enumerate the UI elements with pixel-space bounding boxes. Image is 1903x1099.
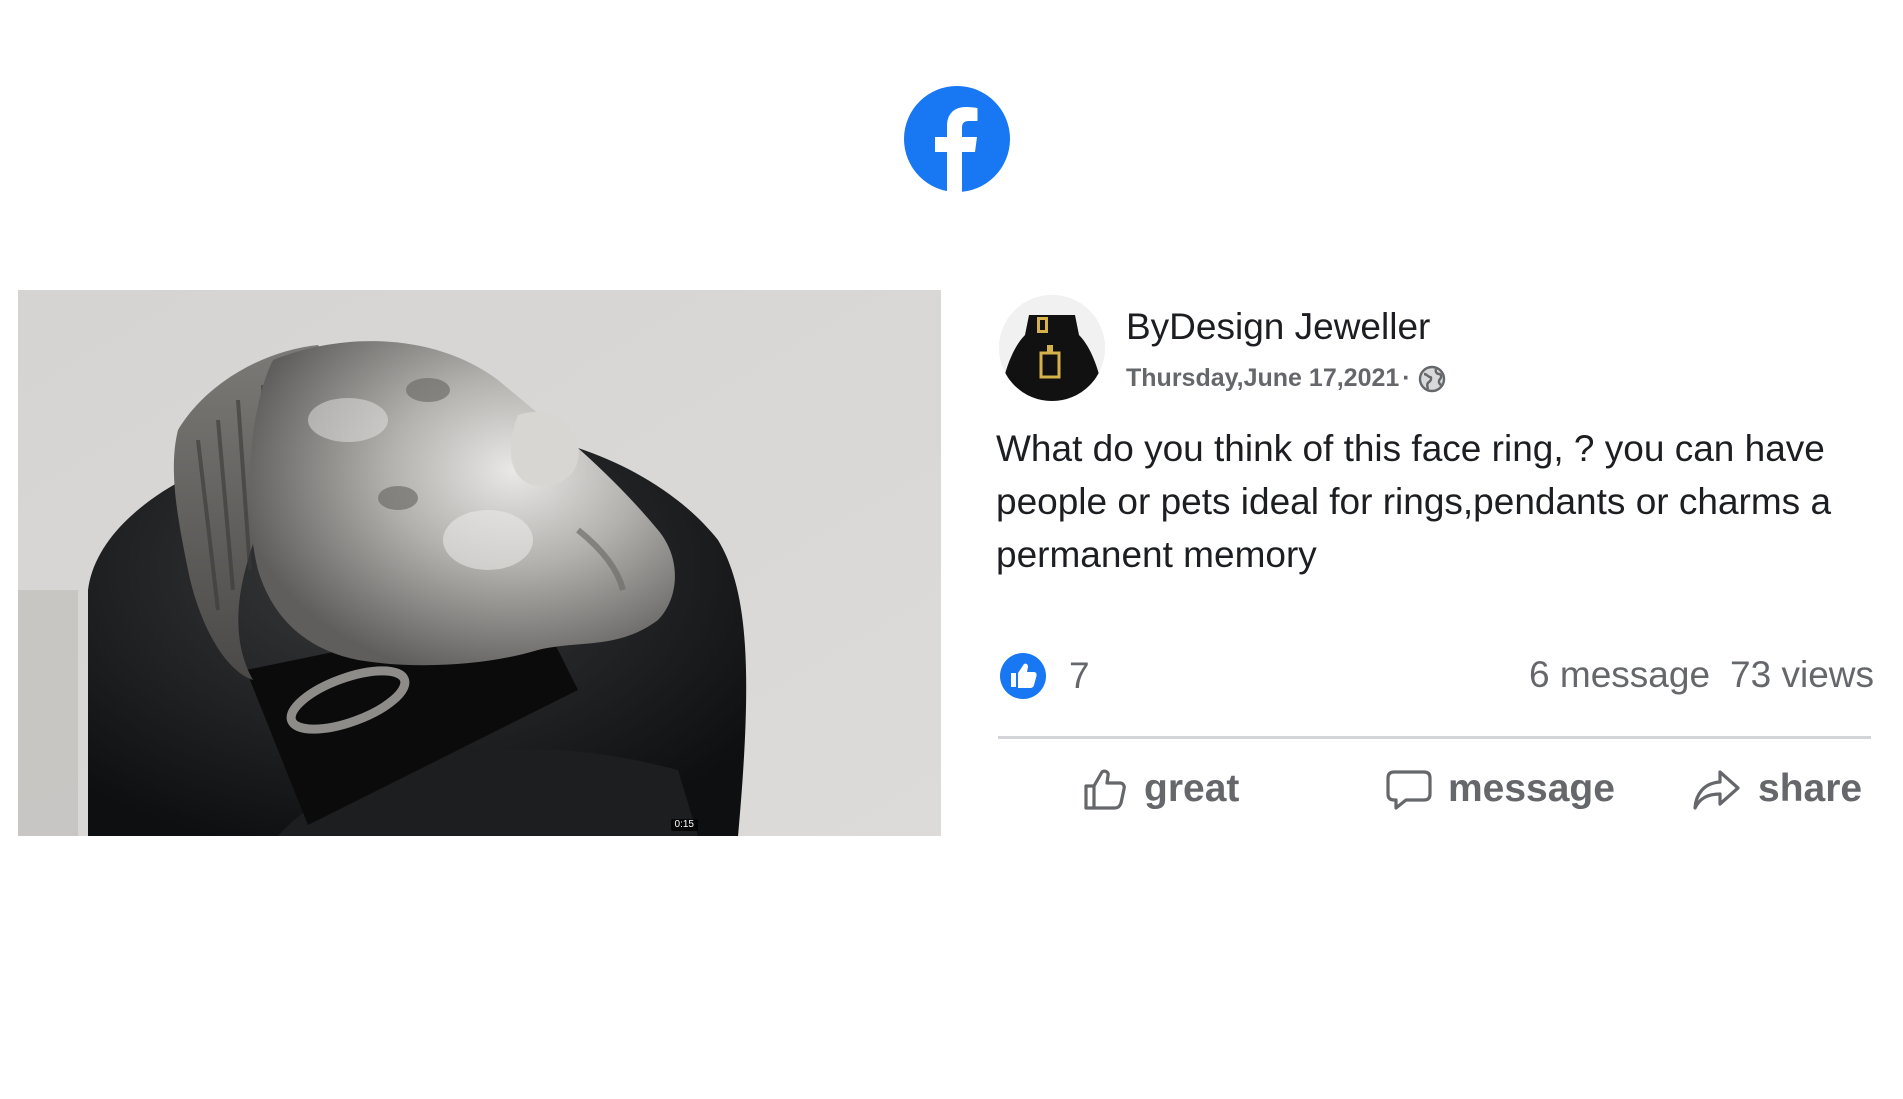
meta-separator: · — [1402, 364, 1411, 392]
video-timestamp: 0:15 — [670, 819, 698, 831]
post-date[interactable]: Thursday,June 17,2021 — [1126, 364, 1399, 393]
video-frame-image — [18, 290, 941, 836]
post-text: What do you think of this face ring, ? y… — [996, 428, 1832, 575]
globe-icon — [1418, 365, 1445, 392]
post-author[interactable]: ByDesign Jeweller — [1126, 306, 1430, 348]
message-count[interactable]: 6 message — [1529, 654, 1710, 696]
post-card: ByDesign Jeweller Thursday,June 17,2021 … — [996, 290, 1876, 836]
avatar[interactable] — [999, 295, 1105, 401]
view-count: 73 views — [1730, 654, 1874, 695]
like-reaction-icon — [1000, 653, 1046, 699]
post-actions: great message share — [996, 764, 1896, 824]
share-button-label: share — [1758, 767, 1863, 810]
message-button[interactable]: message — [1384, 764, 1615, 814]
share-arrow-icon — [1693, 770, 1740, 810]
great-button-label: great — [1144, 767, 1240, 810]
divider — [998, 736, 1871, 739]
post-video[interactable]: 0:15 — [18, 290, 941, 836]
post-stats: 6 message 73 views — [1529, 654, 1874, 696]
great-button[interactable]: great — [1080, 764, 1239, 814]
reactions-summary[interactable]: 7 — [999, 652, 1090, 700]
post-meta: Thursday,June 17,2021 · — [1126, 364, 1446, 393]
facebook-logo-icon — [904, 86, 1010, 192]
thumbs-up-icon — [1084, 769, 1126, 810]
share-button[interactable]: share — [1690, 764, 1862, 814]
message-button-label: message — [1448, 767, 1615, 810]
like-count: 7 — [1069, 655, 1090, 696]
comment-bubble-icon — [1386, 770, 1432, 810]
